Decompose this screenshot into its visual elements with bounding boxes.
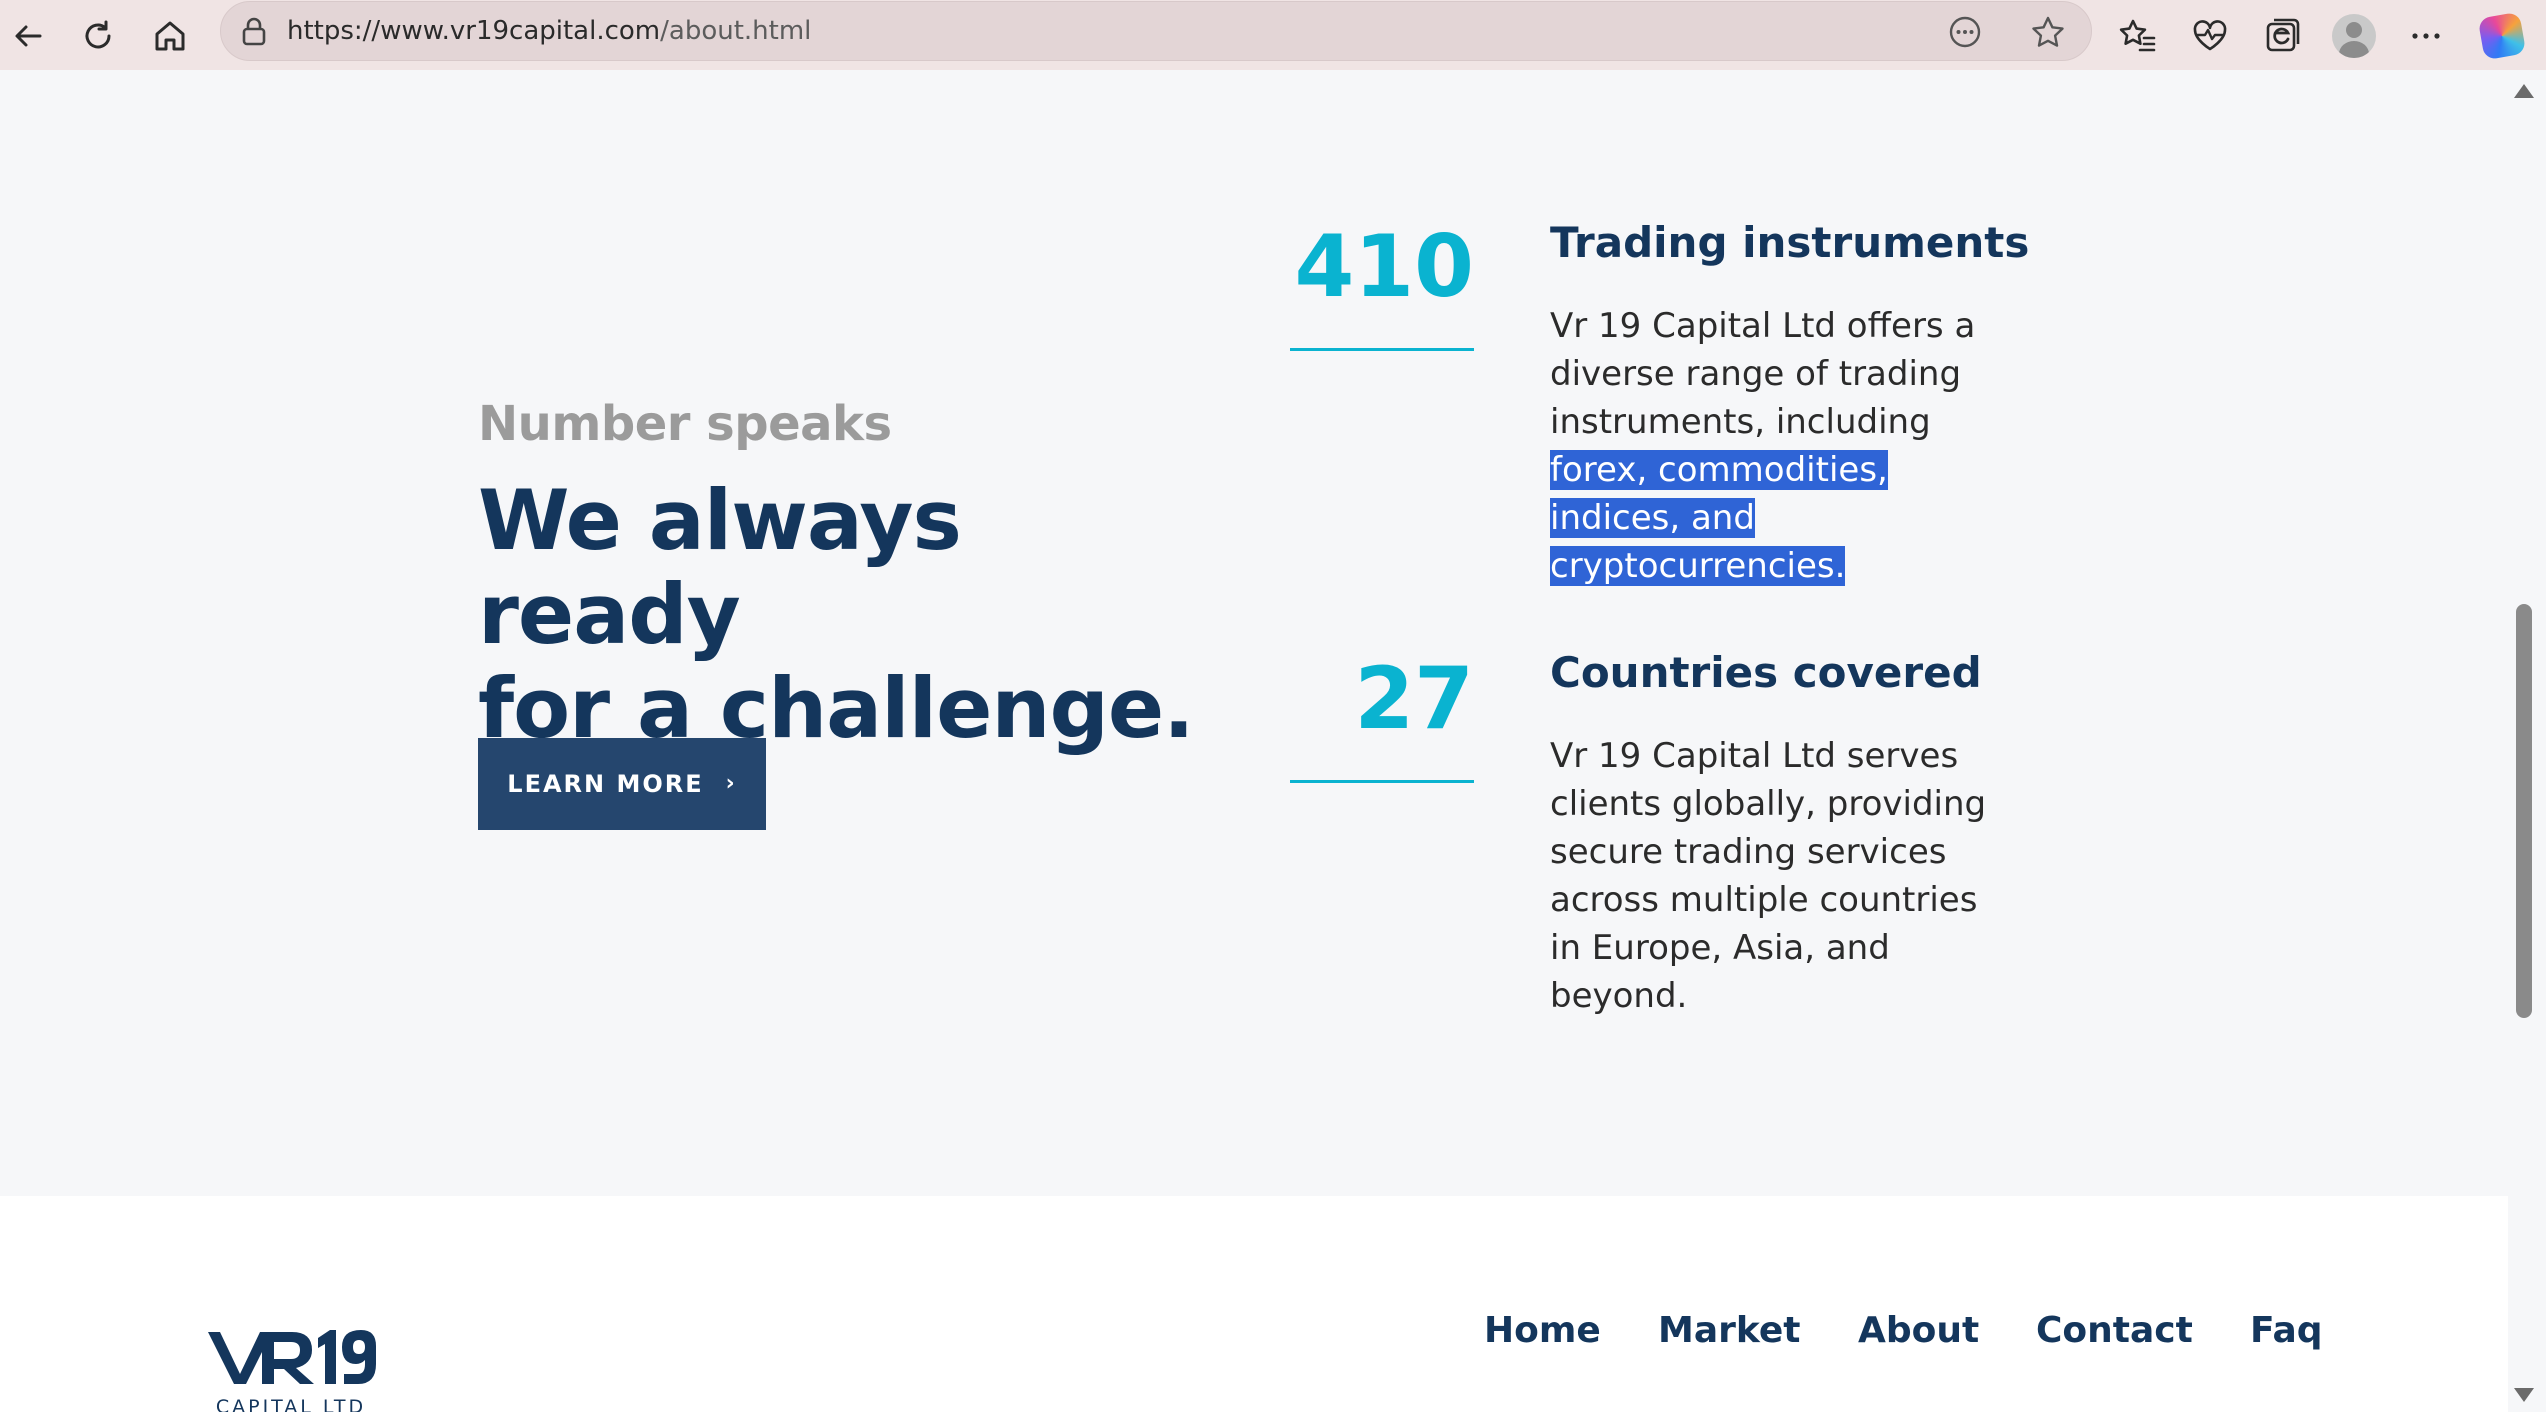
- stat-title-instruments: Trading instruments: [1550, 218, 2030, 267]
- footer-link-contact[interactable]: Contact: [2036, 1310, 2193, 1351]
- favorites-list-icon: [2119, 19, 2156, 52]
- site-footer: CAPITAL LTD Home Market About Contact Fa…: [0, 1196, 2508, 1412]
- settings-more-button[interactable]: [2398, 8, 2454, 64]
- home-button[interactable]: [142, 8, 198, 64]
- home-icon: [155, 21, 185, 51]
- lock-icon[interactable]: [239, 16, 269, 48]
- chevron-right-icon: ›: [725, 770, 737, 796]
- stat-divider: [1290, 348, 1474, 351]
- footer-link-home[interactable]: Home: [1484, 1310, 1601, 1351]
- selected-text: forex, commodities, indices, and cryptoc…: [1550, 450, 1888, 586]
- favorites-button[interactable]: [2110, 8, 2166, 64]
- copilot-button[interactable]: [2474, 8, 2530, 64]
- stat-body-countries: Vr 19 Capital Ltd serves clients globall…: [1550, 736, 1987, 1016]
- reload-icon: [85, 20, 111, 49]
- scrollbar-thumb[interactable]: [2516, 604, 2532, 1018]
- footer-link-about[interactable]: About: [1858, 1310, 1979, 1351]
- browser-essentials-button[interactable]: [2182, 8, 2238, 64]
- headline-line-1: We always ready: [478, 472, 962, 663]
- scroll-down-arrow-icon[interactable]: [2514, 1388, 2534, 1402]
- vr19-logo[interactable]: CAPITAL LTD: [206, 1314, 376, 1412]
- back-button[interactable]: [0, 8, 56, 64]
- footer-link-faq[interactable]: Faq: [2250, 1310, 2323, 1351]
- address-bar[interactable]: https://www.vr19capital.com/about.html: [220, 1, 2092, 61]
- more-dots-icon: [2412, 33, 2440, 39]
- favorite-star-icon[interactable]: [2029, 14, 2067, 52]
- logo-subtitle: CAPITAL LTD: [215, 1396, 367, 1412]
- collections-button[interactable]: [2254, 8, 2310, 64]
- heart-pulse-icon: [2193, 20, 2227, 51]
- copilot-icon: [2477, 11, 2527, 61]
- edge-collections-icon: [2266, 18, 2300, 52]
- arrow-left-icon: [15, 25, 42, 47]
- vr19-logo-mark: [208, 1330, 376, 1384]
- stat-body-text: Vr 19 Capital Ltd offers a diverse range…: [1550, 306, 1976, 442]
- stat-body-instruments: Vr 19 Capital Ltd offers a diverse range…: [1550, 302, 2010, 590]
- stat-number-countries: 27: [1354, 649, 1474, 749]
- learn-more-label: LEARN MORE: [507, 770, 704, 798]
- stat-divider: [1290, 780, 1474, 783]
- scroll-up-arrow-icon[interactable]: [2514, 84, 2534, 98]
- browser-toolbar: https://www.vr19capital.com/about.html: [0, 0, 2546, 70]
- profile-button[interactable]: [2326, 8, 2382, 64]
- avatar: [2332, 14, 2376, 58]
- reload-button[interactable]: [70, 8, 126, 64]
- section-eyebrow: Number speaks: [478, 396, 892, 452]
- stat-title-countries: Countries covered: [1550, 648, 1982, 697]
- learn-more-button[interactable]: LEARN MORE ›: [478, 738, 766, 830]
- footer-link-market[interactable]: Market: [1658, 1310, 1800, 1351]
- stat-number-instruments: 410: [1294, 217, 1474, 317]
- reader-options-icon[interactable]: [1947, 14, 1983, 50]
- stats-section: Number speaks We always ready for a chal…: [0, 70, 2508, 1196]
- url-text[interactable]: https://www.vr19capital.com/about.html: [287, 16, 811, 46]
